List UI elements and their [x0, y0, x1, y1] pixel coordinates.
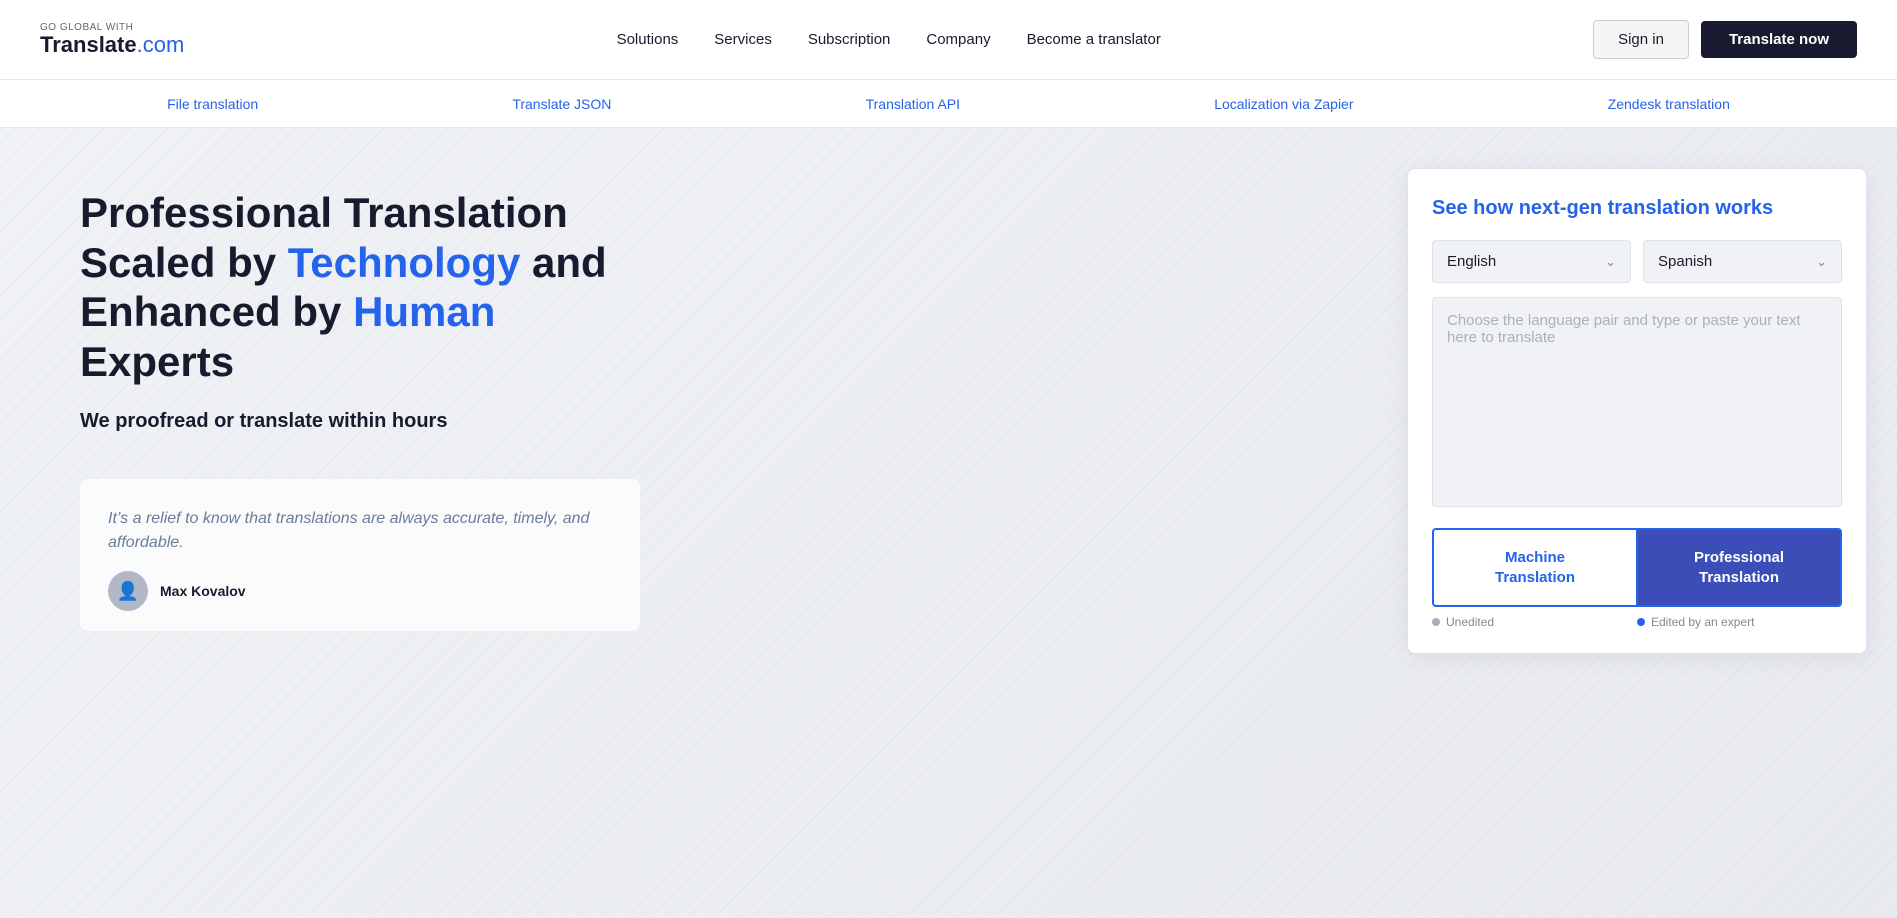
edited-dot-icon — [1637, 618, 1645, 626]
brand-name: Translate.com — [40, 33, 184, 57]
nav-services[interactable]: Services — [714, 31, 772, 48]
status-edited: Edited by an expert — [1637, 615, 1842, 629]
hero-title-line2: Scaled by — [80, 239, 288, 286]
author-name: Max Kovalov — [160, 583, 246, 599]
brand-area: GO GLOBAL WITH Translate.com — [40, 22, 184, 57]
unedited-dot-icon — [1432, 618, 1440, 626]
subnav-translation-api[interactable]: Translation API — [866, 96, 960, 112]
signin-button[interactable]: Sign in — [1593, 20, 1689, 59]
subnav-localization-zapier[interactable]: Localization via Zapier — [1214, 96, 1353, 112]
hero-title-line3: and — [520, 239, 606, 286]
subnav: File translation Translate JSON Translat… — [0, 80, 1897, 128]
widget-title: See how next-gen translation works — [1432, 197, 1842, 220]
header-actions: Sign in Translate now — [1593, 20, 1857, 59]
hero-title-line4: Enhanced by — [80, 288, 353, 335]
header: GO GLOBAL WITH Translate.com Solutions S… — [0, 0, 1897, 80]
target-language-label: Spanish — [1658, 253, 1712, 270]
source-lang-chevron-icon: ⌄ — [1605, 254, 1616, 270]
testimonial-card: It’s a relief to know that translations … — [80, 479, 640, 631]
hero-highlight-technology: Technology — [288, 239, 521, 286]
status-row: Unedited Edited by an expert — [1432, 615, 1842, 629]
source-language-selector[interactable]: English ⌄ — [1432, 240, 1631, 283]
nav-company[interactable]: Company — [926, 31, 990, 48]
nav-become-translator[interactable]: Become a translator — [1027, 31, 1161, 48]
hero-title: Professional Translation Scaled by Techn… — [80, 188, 1317, 386]
translation-widget: See how next-gen translation works Engli… — [1407, 168, 1867, 654]
testimonial-text: It’s a relief to know that translations … — [108, 507, 612, 555]
avatar: 👤 — [108, 571, 148, 611]
hero-title-line5: Experts — [80, 338, 234, 385]
brand-text: Translate — [40, 32, 137, 57]
hero-section: Professional Translation Scaled by Techn… — [0, 128, 1897, 918]
subnav-translate-json[interactable]: Translate JSON — [512, 96, 611, 112]
hero-subtitle: We proofread or translate within hours — [80, 410, 1317, 433]
hero-title-line1: Professional Translation — [80, 189, 568, 236]
source-language-label: English — [1447, 253, 1496, 270]
professional-translation-button[interactable]: ProfessionalTranslation — [1638, 528, 1842, 607]
target-language-selector[interactable]: Spanish ⌄ — [1643, 240, 1842, 283]
subnav-file-translation[interactable]: File translation — [167, 96, 258, 112]
translation-input[interactable] — [1432, 297, 1842, 507]
target-lang-chevron-icon: ⌄ — [1816, 254, 1827, 270]
brand-dotcom: .com — [137, 32, 185, 57]
hero-widget-area: See how next-gen translation works Engli… — [1377, 128, 1897, 918]
unedited-label: Unedited — [1446, 615, 1494, 629]
subnav-zendesk-translation[interactable]: Zendesk translation — [1608, 96, 1730, 112]
translation-type-buttons: MachineTranslation ProfessionalTranslati… — [1432, 528, 1842, 607]
testimonial-author: 👤 Max Kovalov — [108, 571, 612, 611]
nav-solutions[interactable]: Solutions — [617, 31, 679, 48]
edited-label: Edited by an expert — [1651, 615, 1754, 629]
language-selectors: English ⌄ Spanish ⌄ — [1432, 240, 1842, 283]
hero-highlight-human: Human — [353, 288, 495, 335]
main-nav: Solutions Services Subscription Company … — [617, 31, 1161, 48]
translate-now-button[interactable]: Translate now — [1701, 21, 1857, 58]
machine-translation-button[interactable]: MachineTranslation — [1432, 528, 1638, 607]
status-unedited: Unedited — [1432, 615, 1637, 629]
hero-content: Professional Translation Scaled by Techn… — [0, 128, 1377, 918]
nav-subscription[interactable]: Subscription — [808, 31, 891, 48]
